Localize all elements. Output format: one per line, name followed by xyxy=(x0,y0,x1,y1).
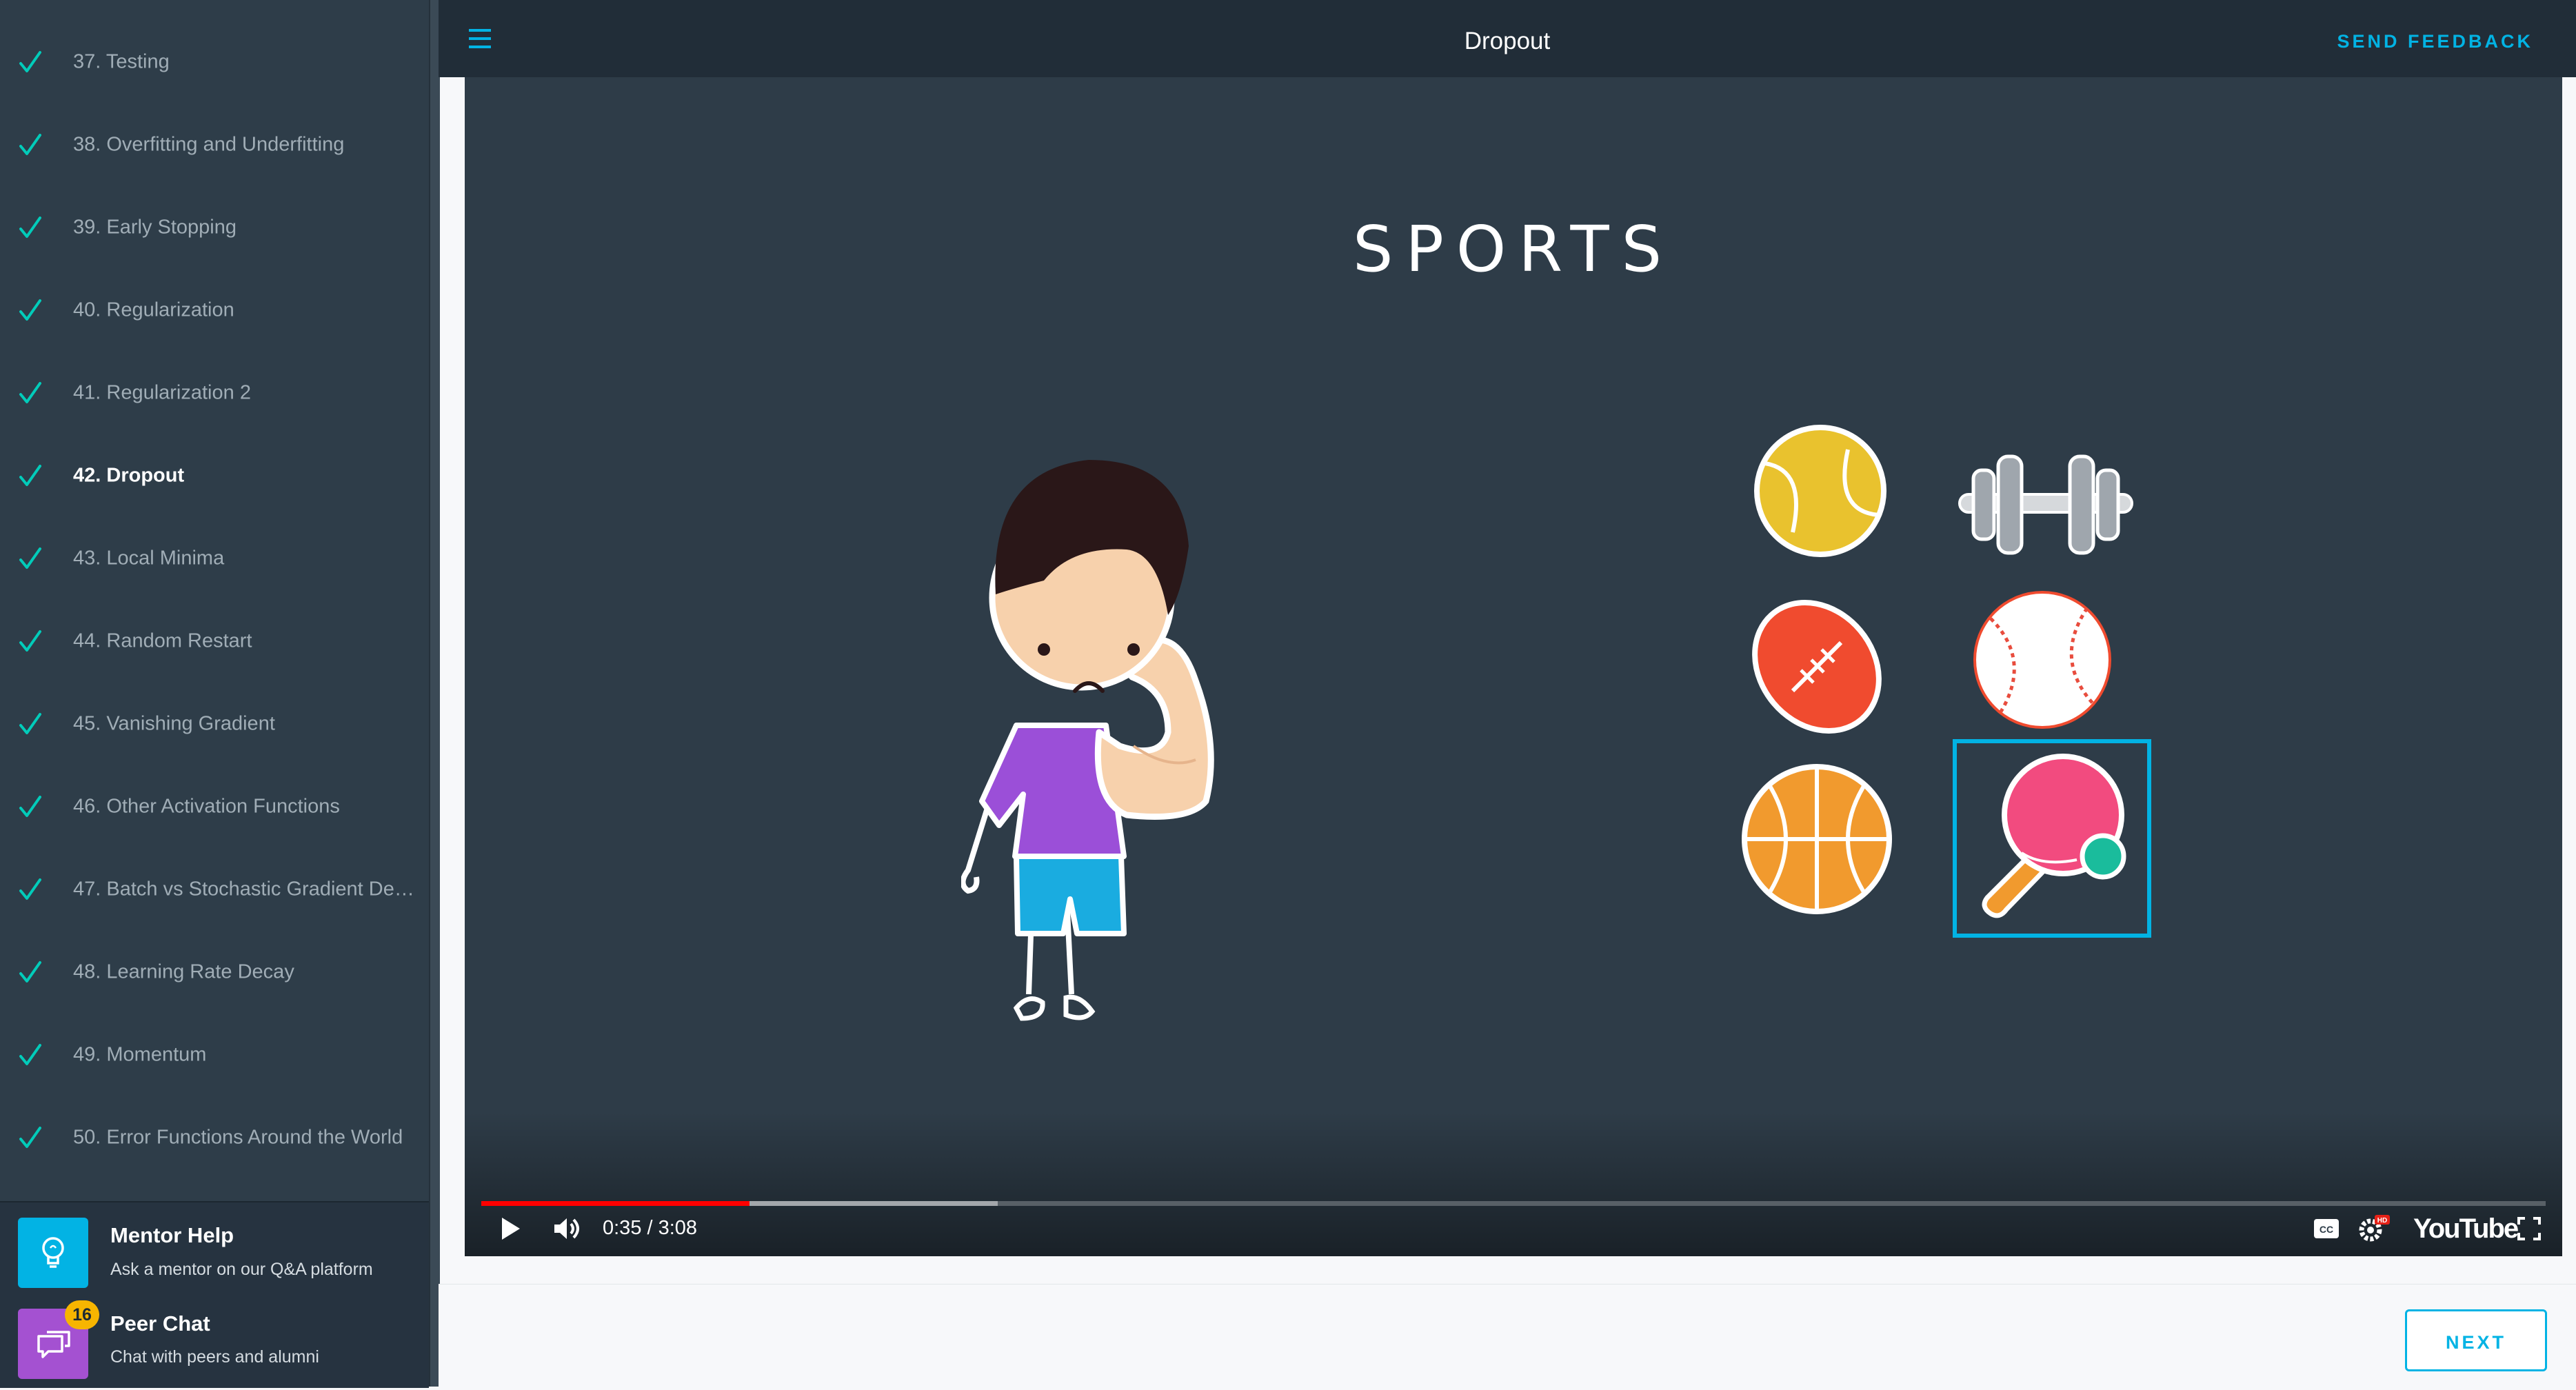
lightbulb-icon xyxy=(18,1218,88,1288)
sidebar-lesson-item[interactable]: 39. Early Stopping xyxy=(0,186,429,269)
checkmark-icon xyxy=(17,958,44,986)
video-controls-gradient xyxy=(465,1111,2562,1256)
checkmark-icon xyxy=(17,462,44,490)
sidebar-lesson-label: 37. Testing xyxy=(73,50,170,73)
youtube-logo[interactable]: YouTube xyxy=(2413,1213,2519,1245)
checkmark-icon xyxy=(17,296,44,324)
ping-pong-paddle-icon xyxy=(1982,754,2126,918)
peer-chat-badge: 16 xyxy=(65,1300,99,1329)
sidebar-lesson-item[interactable]: 45. Vanishing Gradient xyxy=(0,683,429,765)
volume-icon[interactable] xyxy=(552,1215,583,1246)
checkmark-icon xyxy=(17,545,44,572)
sidebar-lesson-item[interactable]: 48. Learning Rate Decay xyxy=(0,931,429,1014)
checkmark-icon xyxy=(17,379,44,407)
captions-icon[interactable]: CC xyxy=(2313,1216,2340,1245)
mentor-help-item[interactable]: Mentor Help Ask a mentor on our Q&A plat… xyxy=(0,1208,429,1300)
checkmark-icon xyxy=(17,214,44,241)
checkmark-icon xyxy=(17,1124,44,1151)
sidebar-lesson-label: 46. Other Activation Functions xyxy=(73,795,340,818)
baseball-icon xyxy=(1973,591,2111,729)
sidebar-lesson-label: 50. Error Functions Around the World xyxy=(73,1126,403,1149)
sidebar-lesson-item[interactable]: 38. Overfitting and Underfitting xyxy=(0,103,429,186)
checkmark-icon xyxy=(17,793,44,820)
sidebar-lesson-item[interactable]: 50. Error Functions Around the World xyxy=(0,1096,429,1179)
sidebar-lesson-item[interactable]: 43. Local Minima xyxy=(0,517,429,600)
help-panel: Mentor Help Ask a mentor on our Q&A plat… xyxy=(0,1201,429,1388)
tennis-ball-icon xyxy=(1754,425,1886,557)
fullscreen-icon[interactable] xyxy=(2517,1216,2542,1245)
checkmark-icon xyxy=(17,48,44,76)
sidebar-lesson-label: 38. Overfitting and Underfitting xyxy=(73,133,345,156)
time-display: 0:35 / 3:08 xyxy=(603,1217,698,1239)
peer-chat-title: Peer Chat xyxy=(110,1311,210,1336)
footer-bar: NEXT xyxy=(439,1284,2576,1387)
checkmark-icon xyxy=(17,1041,44,1069)
sidebar-lesson-label: 42. Dropout xyxy=(73,464,185,487)
peer-chat-item[interactable]: 16 Peer Chat Chat with peers and alumni xyxy=(0,1298,429,1390)
sidebar-lesson-label: 44. Random Restart xyxy=(73,629,252,652)
video-played-bar xyxy=(481,1201,750,1206)
send-feedback-button[interactable]: SEND FEEDBACK xyxy=(2337,0,2533,77)
sidebar-lesson-label: 41. Regularization 2 xyxy=(73,381,251,404)
next-button[interactable]: NEXT xyxy=(2405,1309,2547,1371)
sidebar-lesson-item[interactable]: 47. Batch vs Stochastic Gradient Descent xyxy=(0,848,429,931)
checkmark-icon xyxy=(17,710,44,738)
svg-text:HD: HD xyxy=(2377,1217,2387,1225)
sidebar-lesson-label: 48. Learning Rate Decay xyxy=(73,960,294,983)
settings-icon[interactable]: HD xyxy=(2357,1213,2391,1247)
sidebar-lesson-label: 39. Early Stopping xyxy=(73,216,237,239)
hamburger-icon[interactable] xyxy=(466,26,494,51)
sidebar-lesson-item[interactable]: 42. Dropout xyxy=(0,434,429,517)
boy-flexing-illustration xyxy=(961,460,1214,1021)
sidebar-lesson-label: 47. Batch vs Stochastic Gradient Descent xyxy=(73,878,415,900)
svg-text:CC: CC xyxy=(2320,1224,2333,1235)
sidebar-scrollbar[interactable] xyxy=(429,0,440,1387)
video-progress-bar[interactable] xyxy=(481,1201,2546,1206)
sidebar-lesson-label: 40. Regularization xyxy=(73,299,234,321)
sidebar-lesson-item[interactable]: 44. Random Restart xyxy=(0,600,429,683)
sidebar-lesson-item[interactable]: 49. Momentum xyxy=(0,1014,429,1096)
checkmark-icon xyxy=(17,131,44,159)
sidebar-lesson-label: 49. Momentum xyxy=(73,1043,207,1066)
peer-chat-subtitle: Chat with peers and alumni xyxy=(110,1347,319,1367)
sidebar-lesson-item[interactable]: 46. Other Activation Functions xyxy=(0,765,429,848)
sidebar-lesson-item[interactable]: 37. Testing xyxy=(0,21,429,103)
mentor-help-subtitle: Ask a mentor on our Q&A platform xyxy=(110,1260,373,1279)
sidebar-lesson-label: 43. Local Minima xyxy=(73,547,225,570)
page-title: Dropout xyxy=(1464,28,1551,54)
sidebar-lesson-label: 45. Vanishing Gradient xyxy=(73,712,275,735)
football-icon xyxy=(1752,600,1882,734)
dumbbell-icon xyxy=(1958,454,2133,555)
sidebar-lesson-item[interactable]: 41. Regularization 2 xyxy=(0,352,429,434)
checkmark-icon xyxy=(17,876,44,903)
basketball-icon xyxy=(1742,764,1892,914)
video-player[interactable]: SPORTS 0:35 / 3:08 CC HD YouTube xyxy=(465,77,2562,1256)
sidebar-lesson-item[interactable]: 40. Regularization xyxy=(0,269,429,352)
slide-title: SPORTS xyxy=(1352,212,1675,286)
lesson-sidebar: 37. Testing 38. Overfitting and Underfitt… xyxy=(0,0,429,1388)
checkmark-icon xyxy=(17,627,44,655)
play-icon[interactable] xyxy=(496,1215,524,1246)
mentor-help-title: Mentor Help xyxy=(110,1223,234,1247)
top-bar: Dropout SEND FEEDBACK xyxy=(439,0,2576,77)
